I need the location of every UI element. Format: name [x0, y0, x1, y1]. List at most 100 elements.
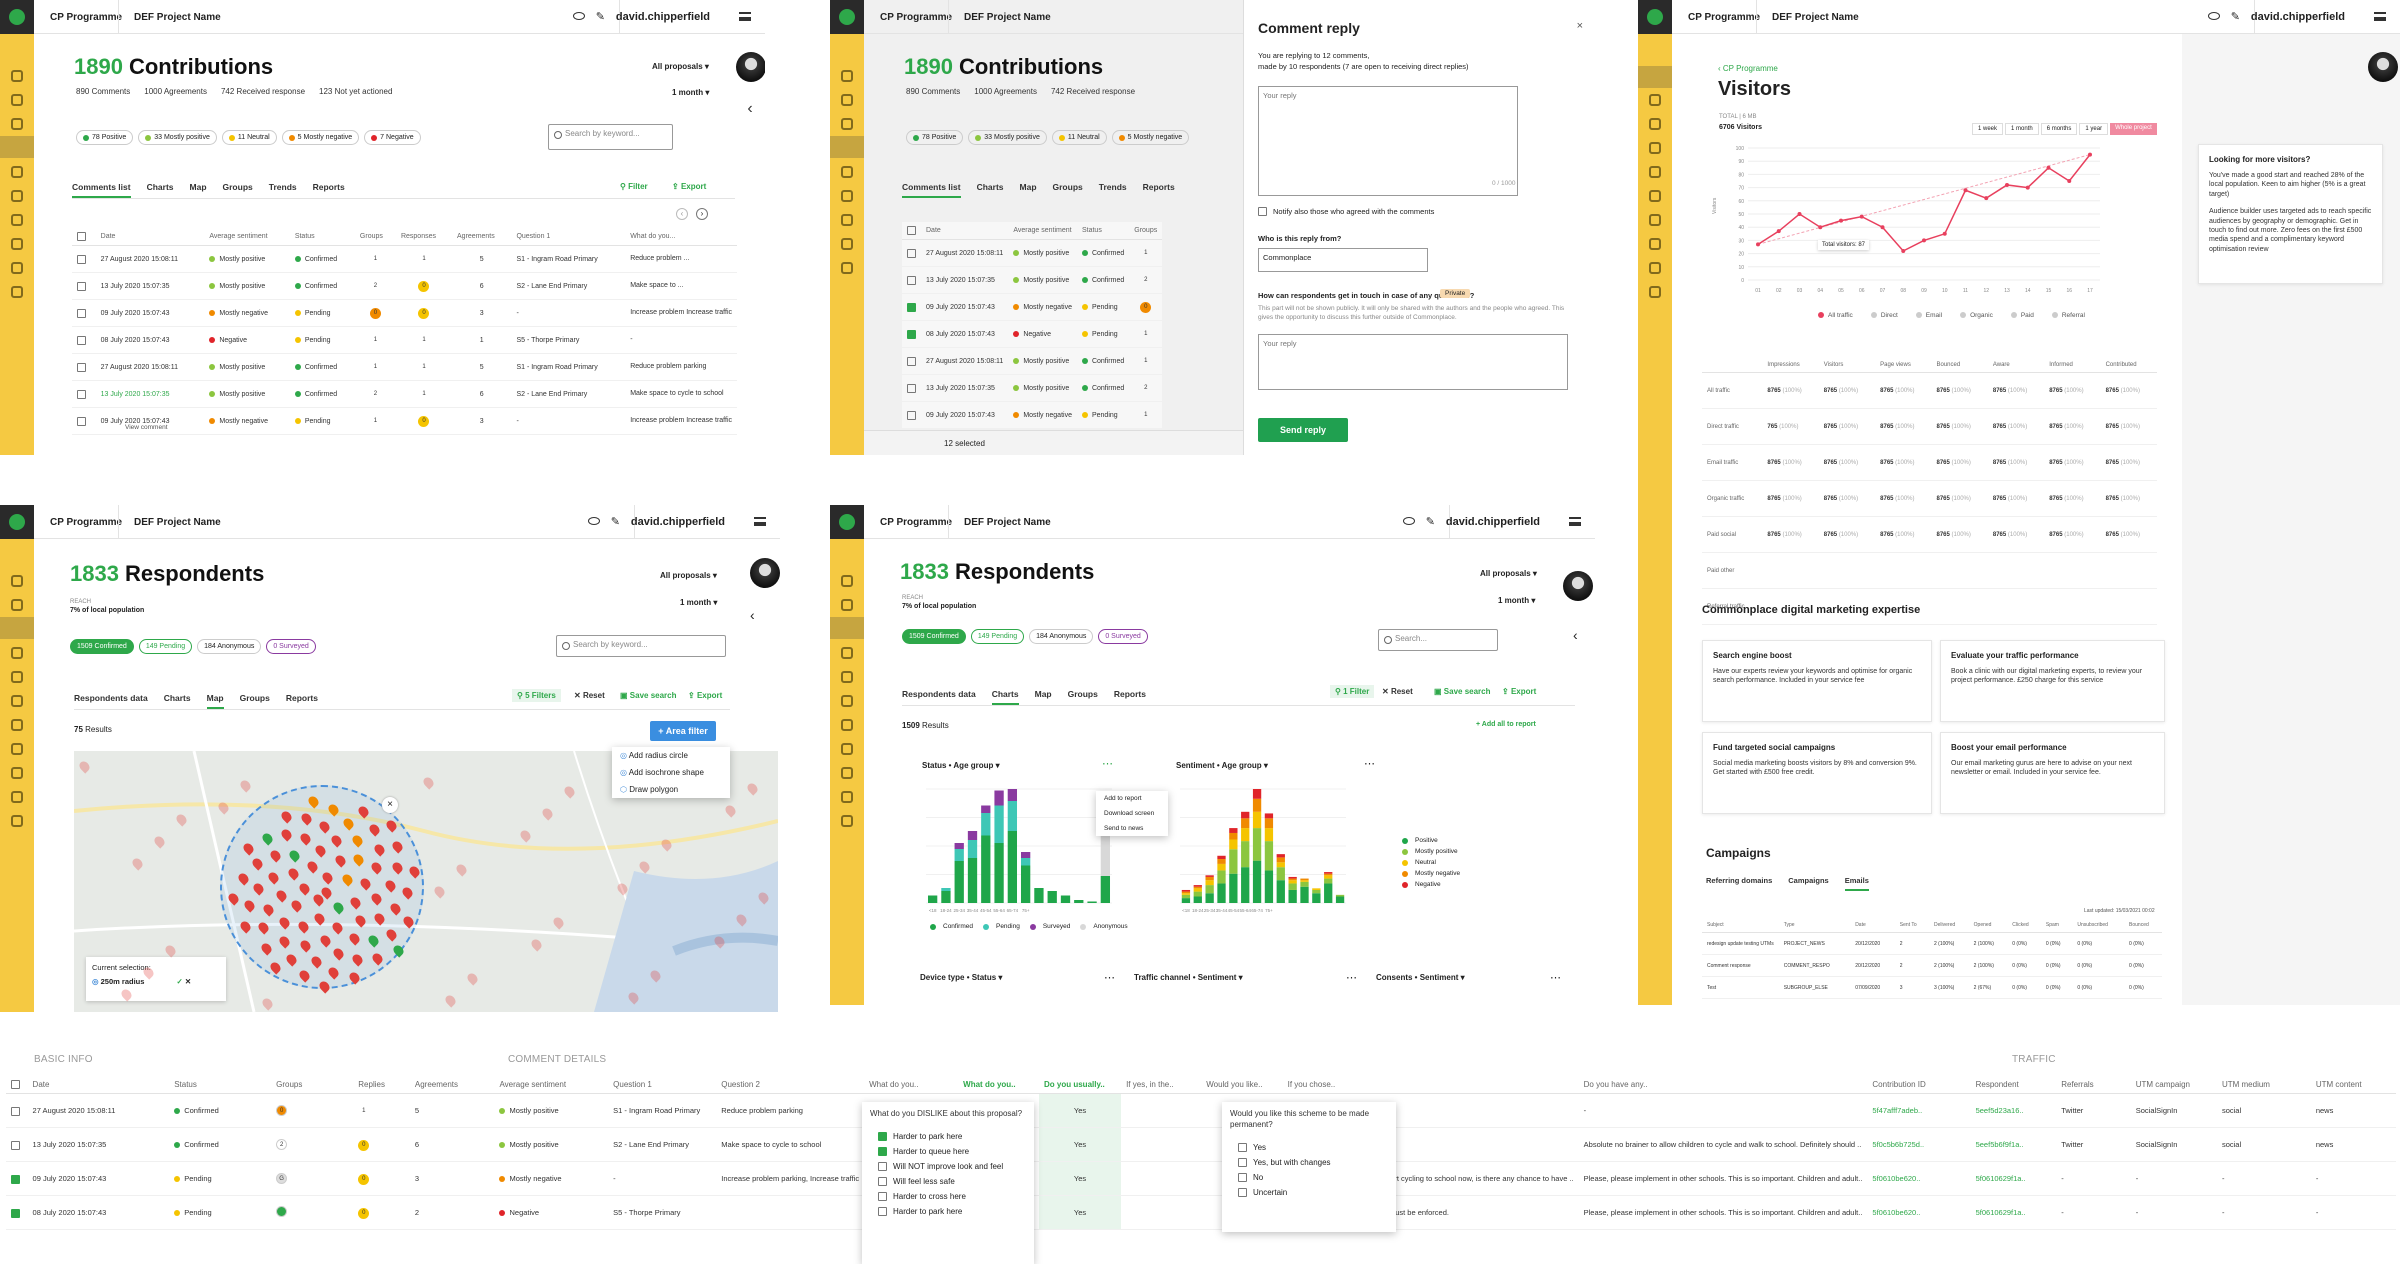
row-checkbox[interactable]: [6, 1127, 28, 1163]
row-checkbox[interactable]: [72, 245, 96, 273]
device-type-chart-title[interactable]: Device type • Status ▾: [920, 973, 1002, 982]
table-row[interactable]: 13 July 2020 15:07:35 Mostly positive Conf…: [72, 380, 737, 408]
from-input[interactable]: Commonplace: [1258, 248, 1428, 272]
app-logo[interactable]: [1638, 0, 1672, 34]
col-header[interactable]: Do you have any..: [1578, 1076, 1868, 1095]
app-logo[interactable]: [830, 505, 864, 539]
table-row[interactable]: 08 July 2020 15:07:43 Pending 0 2 Negative S5…: [6, 1195, 2396, 1231]
table-row[interactable]: 27 August 2020 15:08:11 Mostly positive Co…: [72, 245, 737, 273]
row-date[interactable]: 08 July 2020 15:07:43: [95, 326, 205, 354]
table-row[interactable]: Test SUBGROUP_ELSE 07/09/2020 3 3 (100%) 2 (6…: [1702, 976, 2162, 999]
chip-mostly-positive[interactable]: 33 Mostly positive: [968, 130, 1047, 145]
settings-icon[interactable]: [11, 286, 23, 298]
chip-positive[interactable]: 78 Positive: [76, 130, 134, 145]
legend-item[interactable]: Mostly negative: [1402, 870, 1460, 877]
table-row[interactable]: 27 August 2020 15:08:11 Mostly positive Co…: [72, 353, 737, 381]
reply-textarea[interactable]: Your reply: [1258, 86, 1518, 196]
respondents-icon-active[interactable]: [0, 617, 34, 639]
col-date[interactable]: Date: [95, 228, 205, 246]
legend-item[interactable]: All traffic: [1818, 312, 1853, 319]
people-icon[interactable]: [841, 94, 853, 106]
remove-circle-icon[interactable]: ×: [382, 797, 398, 813]
settings-icon[interactable]: [1649, 262, 1661, 274]
add-to-report[interactable]: Add to report: [1096, 791, 1168, 806]
chart-icon[interactable]: [11, 214, 23, 226]
select-all-header[interactable]: [72, 228, 96, 246]
programme-name[interactable]: CP Programme: [880, 12, 952, 23]
settings-icon[interactable]: [11, 791, 23, 803]
confirm-icon[interactable]: ✓: [177, 977, 183, 986]
col-date[interactable]: Date: [921, 222, 1009, 240]
pencil-icon[interactable]: ✎: [2231, 10, 2240, 23]
row-checkbox[interactable]: [6, 1161, 28, 1197]
send-icon[interactable]: [1649, 166, 1661, 178]
row-date[interactable]: 09 July 2020 15:07:43: [921, 401, 1009, 429]
period-dropdown[interactable]: 1 month: [680, 598, 717, 607]
tab-comments-list[interactable]: Comments list: [902, 182, 961, 198]
tab-reports[interactable]: Reports: [1114, 689, 1146, 705]
export-button[interactable]: ⇪ Export: [672, 182, 706, 191]
people-icon[interactable]: [11, 94, 23, 106]
col-question-1[interactable]: Question 1: [511, 228, 626, 246]
tab-reports[interactable]: Reports: [1143, 182, 1175, 198]
notify-checkbox[interactable]: Notify also those who agreed with the co…: [1258, 207, 1434, 216]
chip-anonymous[interactable]: 184 Anonymous: [197, 639, 262, 654]
bulb-icon[interactable]: [1649, 286, 1661, 298]
app-logo[interactable]: [0, 505, 34, 539]
consents-chart-title[interactable]: Consents • Sentiment ▾: [1376, 973, 1465, 982]
star-icon[interactable]: [1649, 214, 1661, 226]
traffic-channel-chart-title[interactable]: Traffic channel • Sentiment ▾: [1134, 973, 1243, 982]
campaign-col[interactable]: Unsubscribed: [2072, 918, 2125, 933]
card-search-engine[interactable]: Search engine boost Have our experts revi…: [1702, 640, 1932, 722]
comments-icon-active[interactable]: [0, 136, 34, 158]
row-checkbox[interactable]: [902, 266, 921, 294]
campaign-col[interactable]: Spam: [2040, 918, 2073, 933]
news-icon[interactable]: [11, 671, 23, 683]
chip-mostly-positive[interactable]: 33 Mostly positive: [138, 130, 217, 145]
card-evaluate-traffic[interactable]: Evaluate your traffic performance Book a …: [1940, 640, 2165, 722]
legend-item[interactable]: Neutral: [1402, 859, 1460, 866]
col-header[interactable]: Contribution ID: [1867, 1076, 1971, 1095]
dashboard-icon[interactable]: [841, 575, 853, 587]
chip-confirmed[interactable]: 1509 Confirmed: [70, 639, 134, 654]
chip-confirmed[interactable]: 1509 Confirmed: [902, 629, 966, 644]
comments-icon[interactable]: [11, 647, 23, 659]
proposals-dropdown[interactable]: All proposals: [1480, 569, 1537, 578]
chip-neutral[interactable]: 11 Neutral: [1051, 130, 1107, 145]
row-date[interactable]: 13 July 2020 15:07:35: [95, 272, 205, 300]
eye-icon[interactable]: [1403, 517, 1415, 525]
table-row[interactable]: redesign update testing UTMs PROJECT_NEWS…: [1702, 932, 2162, 955]
col-header[interactable]: If you chose..: [1282, 1076, 1579, 1095]
scheme-option[interactable]: No: [1230, 1170, 1388, 1185]
respondents-icon-active[interactable]: [830, 617, 864, 639]
respondents-icon[interactable]: [841, 118, 853, 130]
star-icon[interactable]: [11, 238, 23, 250]
row-date[interactable]: 27 August 2020 15:08:11: [95, 245, 205, 273]
col-header[interactable]: Groups: [271, 1076, 354, 1095]
legend-item[interactable]: Referral: [2051, 312, 2085, 319]
table-row[interactable]: 09 July 2020 15:07:43 Pending G 0 3 Mostly ne…: [6, 1161, 2396, 1197]
send-reply-button[interactable]: Send reply: [1258, 418, 1348, 442]
tab-comments-list[interactable]: Comments list: [72, 182, 131, 198]
col-header[interactable]: Question 2: [716, 1076, 865, 1095]
news-icon[interactable]: [11, 166, 23, 178]
col-header[interactable]: UTM medium: [2216, 1076, 2311, 1095]
legend-item[interactable]: Direct: [1870, 312, 1898, 319]
campaign-col[interactable]: Delivered: [1929, 918, 1969, 933]
table-row[interactable]: 13 July 2020 15:07:35 Confirmed 2 0 6 Mostly …: [6, 1127, 2396, 1163]
dislike-option[interactable]: Harder to park here: [870, 1129, 1026, 1144]
export-button[interactable]: ⇪ Export: [688, 691, 722, 700]
chart1-title[interactable]: Status • Age group ▾: [922, 761, 1000, 770]
collapse-chevron-icon[interactable]: ‹: [735, 100, 765, 130]
people-icon[interactable]: [11, 599, 23, 611]
period-dropdown[interactable]: 1 month: [672, 88, 709, 97]
table-row[interactable]: 09 July 2020 15:07:43 Mostly negative Pend…: [902, 293, 1163, 321]
bulb-icon[interactable]: [11, 815, 23, 827]
chip-neutral[interactable]: 11 Neutral: [221, 130, 277, 145]
tab-referring-domains[interactable]: Referring domains: [1706, 876, 1772, 891]
megaphone-icon[interactable]: [11, 767, 23, 779]
save-search-button[interactable]: ▣ Save search: [620, 691, 676, 700]
cancel-icon[interactable]: ✕: [185, 977, 191, 986]
tab-charts[interactable]: Charts: [977, 182, 1004, 198]
tab-trends[interactable]: Trends: [269, 182, 297, 198]
